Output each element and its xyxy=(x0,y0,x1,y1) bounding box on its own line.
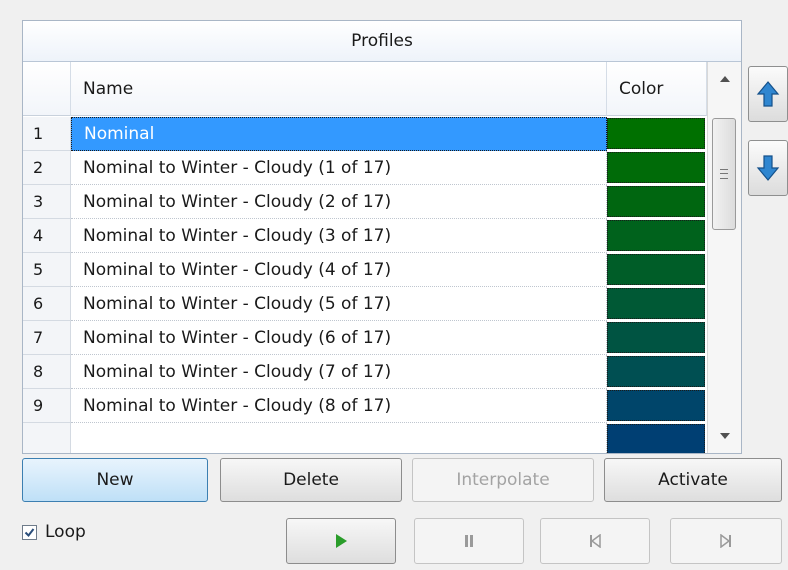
profiles-grid: Profiles Name Color 1 Nominal 2 Nominal … xyxy=(22,20,742,454)
skip-to-end-button[interactable] xyxy=(670,518,782,564)
arrow-down-icon xyxy=(756,155,780,181)
profile-color-cell[interactable] xyxy=(607,356,705,387)
profile-name-cell[interactable]: Nominal to Winter - Cloudy (1 of 17) xyxy=(71,151,607,185)
profile-color-cell[interactable] xyxy=(607,322,705,353)
row-number[interactable]: 2 xyxy=(23,151,71,185)
move-down-button[interactable] xyxy=(748,140,788,196)
skip-to-start-button[interactable] xyxy=(540,518,650,564)
row-number[interactable]: 4 xyxy=(23,219,71,253)
table-row-partial[interactable] xyxy=(23,423,707,453)
table-row[interactable]: 9 Nominal to Winter - Cloudy (8 of 17) xyxy=(23,389,707,423)
profile-color-cell[interactable] xyxy=(607,118,705,149)
arrow-up-icon xyxy=(756,81,780,107)
row-header-corner[interactable] xyxy=(23,62,71,116)
checkmark-icon xyxy=(24,527,35,537)
grid-rows: 1 Nominal 2 Nominal to Winter - Cloudy (… xyxy=(23,117,707,453)
row-number[interactable]: 9 xyxy=(23,389,71,423)
table-row[interactable]: 1 Nominal xyxy=(23,117,707,151)
profile-color-cell[interactable] xyxy=(607,152,705,183)
interpolate-button[interactable]: Interpolate xyxy=(412,458,594,502)
table-row[interactable]: 2 Nominal to Winter - Cloudy (1 of 17) xyxy=(23,151,707,185)
profile-color-cell[interactable] xyxy=(607,254,705,285)
pause-icon xyxy=(465,535,473,547)
loop-checkbox[interactable] xyxy=(22,524,37,540)
scroll-thumb[interactable] xyxy=(712,118,736,230)
column-header-name[interactable]: Name xyxy=(71,62,607,116)
vertical-scrollbar[interactable] xyxy=(707,62,741,453)
scroll-down-icon xyxy=(719,433,730,439)
profile-name-cell[interactable]: Nominal to Winter - Cloudy (5 of 17) xyxy=(71,287,607,321)
new-button[interactable]: New xyxy=(22,458,208,502)
grip-icon xyxy=(720,169,728,179)
row-number[interactable]: 5 xyxy=(23,253,71,287)
column-header-color[interactable]: Color xyxy=(607,62,707,116)
loop-label: Loop xyxy=(45,522,86,542)
scroll-down-button[interactable] xyxy=(708,419,741,453)
profile-color-cell[interactable] xyxy=(607,424,705,453)
loop-control[interactable]: Loop xyxy=(22,522,86,542)
row-number[interactable]: 7 xyxy=(23,321,71,355)
profile-name-cell[interactable]: Nominal to Winter - Cloudy (3 of 17) xyxy=(71,219,607,253)
pause-button[interactable] xyxy=(414,518,524,564)
activate-button[interactable]: Activate xyxy=(604,458,782,502)
row-number[interactable]: 1 xyxy=(23,117,71,151)
profile-name-cell[interactable]: Nominal to Winter - Cloudy (2 of 17) xyxy=(71,185,607,219)
profile-color-cell[interactable] xyxy=(607,186,705,217)
play-button[interactable] xyxy=(286,518,396,564)
row-number[interactable]: 8 xyxy=(23,355,71,389)
profile-name-cell[interactable]: Nominal xyxy=(71,117,607,151)
table-row[interactable]: 8 Nominal to Winter - Cloudy (7 of 17) xyxy=(23,355,707,389)
table-row[interactable]: 7 Nominal to Winter - Cloudy (6 of 17) xyxy=(23,321,707,355)
profile-color-cell[interactable] xyxy=(607,390,705,421)
row-number[interactable] xyxy=(23,423,71,453)
profile-name-cell[interactable]: Nominal to Winter - Cloudy (4 of 17) xyxy=(71,253,607,287)
table-row[interactable]: 6 Nominal to Winter - Cloudy (5 of 17) xyxy=(23,287,707,321)
scroll-up-button[interactable] xyxy=(708,62,741,96)
skip-to-end-icon xyxy=(720,534,731,548)
profile-color-cell[interactable] xyxy=(607,220,705,251)
profile-name-cell[interactable] xyxy=(71,423,607,453)
profile-color-cell[interactable] xyxy=(607,288,705,319)
delete-button[interactable]: Delete xyxy=(220,458,402,502)
play-icon xyxy=(336,534,347,548)
row-number[interactable]: 6 xyxy=(23,287,71,321)
skip-to-start-icon xyxy=(590,534,601,548)
profile-name-cell[interactable]: Nominal to Winter - Cloudy (7 of 17) xyxy=(71,355,607,389)
scroll-up-icon xyxy=(719,76,730,82)
table-row[interactable]: 5 Nominal to Winter - Cloudy (4 of 17) xyxy=(23,253,707,287)
profile-name-cell[interactable]: Nominal to Winter - Cloudy (6 of 17) xyxy=(71,321,607,355)
profile-name-cell[interactable]: Nominal to Winter - Cloudy (8 of 17) xyxy=(71,389,607,423)
grid-title: Profiles xyxy=(23,21,741,62)
row-number[interactable]: 3 xyxy=(23,185,71,219)
move-up-button[interactable] xyxy=(748,66,788,122)
table-row[interactable]: 3 Nominal to Winter - Cloudy (2 of 17) xyxy=(23,185,707,219)
table-row[interactable]: 4 Nominal to Winter - Cloudy (3 of 17) xyxy=(23,219,707,253)
